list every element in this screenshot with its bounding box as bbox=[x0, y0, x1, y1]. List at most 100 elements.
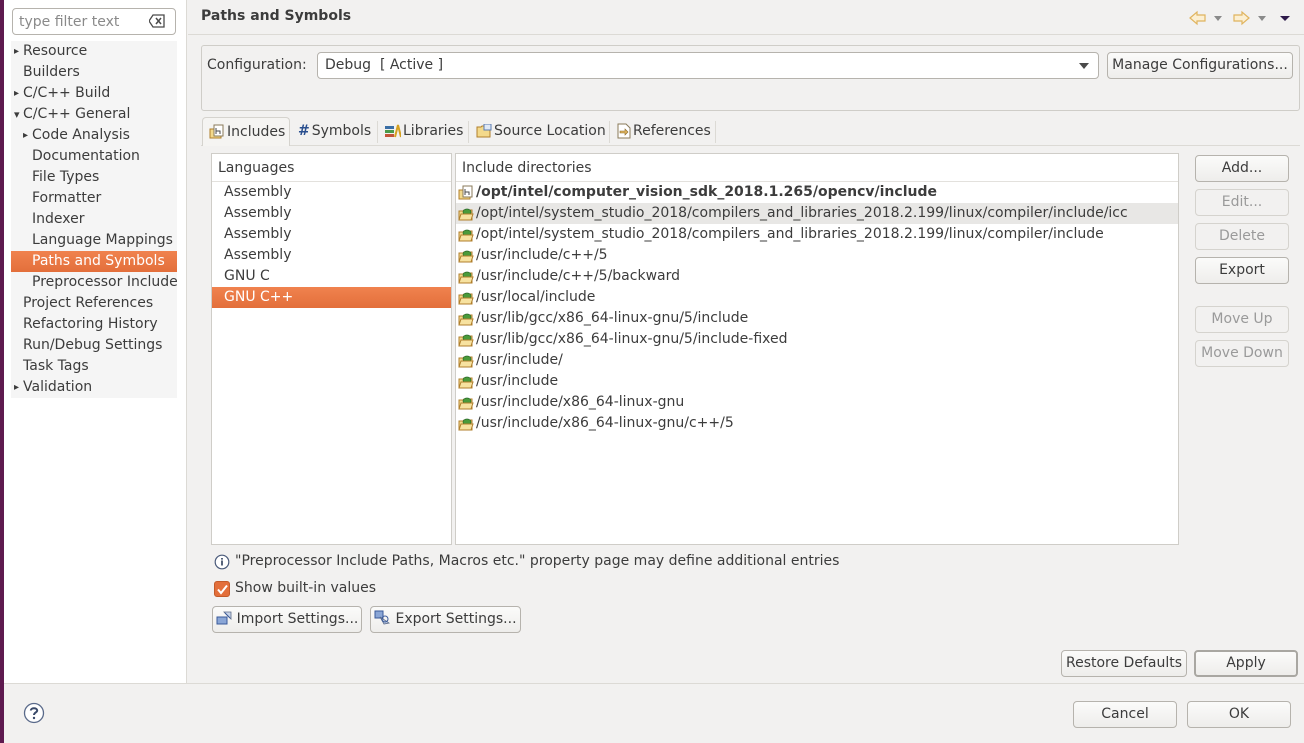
sidebar-item[interactable]: Paths and Symbols bbox=[11, 251, 177, 272]
tab-libraries[interactable]: Libraries bbox=[385, 117, 463, 146]
ok-button[interactable]: OK bbox=[1187, 701, 1291, 728]
tab-label: Symbols bbox=[311, 123, 372, 139]
include-directory-row[interactable]: /usr/include/x86_64-linux-gnu bbox=[456, 392, 1178, 413]
preferences-tree: ▸ Resource Builders ▸ C/C++ Build ▾ C/C++ Gene… bbox=[11, 41, 178, 398]
include-directories-column-header[interactable]: Include directories bbox=[456, 154, 1178, 182]
footer-separator bbox=[4, 683, 1304, 684]
show-builtin-values-checkbox[interactable] bbox=[214, 581, 230, 597]
builtin-include-folder-icon bbox=[458, 250, 474, 263]
import-settings-button[interactable]: Import Settings... bbox=[212, 606, 362, 633]
builtin-include-folder-icon bbox=[458, 208, 474, 221]
language-row[interactable]: Assembly bbox=[212, 245, 451, 266]
clear-filter-icon[interactable] bbox=[149, 14, 165, 28]
sidebar-item-label: Language Mappings bbox=[32, 232, 173, 248]
tab-references[interactable]: References bbox=[617, 117, 711, 146]
forward-dropdown-icon[interactable] bbox=[1256, 10, 1268, 26]
delete-button[interactable]: Delete bbox=[1195, 223, 1289, 250]
edit-button[interactable]: Edit... bbox=[1195, 189, 1289, 216]
export-settings-label: Export Settings... bbox=[395, 611, 517, 627]
include-directory-row[interactable]: /usr/include/c++/5/backward bbox=[456, 266, 1178, 287]
builtin-include-folder-icon bbox=[458, 355, 474, 368]
include-directory-row[interactable]: /opt/intel/computer_vision_sdk_2018.1.26… bbox=[456, 182, 1178, 203]
sidebar-item[interactable]: File Types bbox=[11, 167, 177, 188]
sidebar-item[interactable]: Documentation bbox=[11, 146, 177, 167]
include-directory-path: /usr/include/x86_64-linux-gnu/c++/5 bbox=[476, 415, 734, 431]
back-arrow-icon[interactable] bbox=[1189, 10, 1207, 26]
info-message: "Preprocessor Include Paths, Macros etc.… bbox=[235, 553, 840, 569]
language-row[interactable]: GNU C++ bbox=[212, 287, 451, 308]
include-directory-path: /usr/local/include bbox=[476, 289, 596, 305]
collapsed-arrow-icon[interactable]: ▸ bbox=[14, 377, 22, 398]
export-settings-button[interactable]: Export Settings... bbox=[370, 606, 521, 633]
sidebar-item[interactable]: Formatter bbox=[11, 188, 177, 209]
apply-button[interactable]: Apply bbox=[1194, 650, 1298, 677]
include-directory-row[interactable]: /opt/intel/system_studio_2018/compilers_… bbox=[456, 224, 1178, 245]
include-directory-row[interactable]: /opt/intel/system_studio_2018/compilers_… bbox=[456, 203, 1178, 224]
back-dropdown-icon[interactable] bbox=[1212, 10, 1224, 26]
tab-source-location[interactable]: Source Location bbox=[476, 117, 606, 146]
sidebar-item[interactable]: Language Mappings bbox=[11, 230, 177, 251]
tab-includes[interactable]: Includes bbox=[202, 117, 290, 146]
tab-separator bbox=[715, 121, 716, 143]
sidebar-item-label: Validation bbox=[23, 379, 93, 395]
sidebar-item[interactable]: ▾ C/C++ General bbox=[11, 104, 177, 125]
language-row[interactable]: Assembly bbox=[212, 224, 451, 245]
languages-table[interactable]: Languages Assembly Assembly Assembly Assemb… bbox=[211, 153, 452, 545]
move-down-button[interactable]: Move Down bbox=[1195, 340, 1289, 367]
sidebar-item[interactable]: Preprocessor Include bbox=[11, 272, 178, 293]
sidebar-item[interactable]: ▸ Resource bbox=[11, 41, 177, 62]
info-icon bbox=[214, 554, 230, 570]
move-up-button[interactable]: Move Up bbox=[1195, 306, 1289, 333]
show-builtin-values-label[interactable]: Show built-in values bbox=[235, 580, 376, 596]
collapsed-arrow-icon[interactable]: ▸ bbox=[23, 125, 31, 146]
restore-defaults-button[interactable]: Restore Defaults bbox=[1061, 650, 1187, 677]
sidebar-item-label: C/C++ Build bbox=[23, 85, 111, 101]
language-row[interactable]: Assembly bbox=[212, 182, 451, 203]
expanded-arrow-icon[interactable]: ▾ bbox=[14, 104, 22, 125]
tab-separator bbox=[377, 121, 378, 143]
include-directory-row[interactable]: /usr/include/ bbox=[456, 350, 1178, 371]
sidebar-item[interactable]: Refactoring History bbox=[11, 314, 177, 335]
sidebar-item[interactable]: Task Tags bbox=[11, 356, 177, 377]
include-directory-row[interactable]: /usr/include bbox=[456, 371, 1178, 392]
include-directory-row[interactable]: /usr/include/c++/5 bbox=[456, 245, 1178, 266]
sidebar-item[interactable]: Project References bbox=[11, 293, 177, 314]
sidebar-item[interactable]: ▸ C/C++ Build bbox=[11, 83, 177, 104]
include-directory-row[interactable]: /usr/local/include bbox=[456, 287, 1178, 308]
sidebar-item-label: Run/Debug Settings bbox=[23, 337, 163, 353]
languages-column-header[interactable]: Languages bbox=[212, 154, 451, 182]
add-button[interactable]: Add... bbox=[1195, 155, 1289, 182]
sidebar-item[interactable]: ▸ Code Analysis bbox=[11, 125, 177, 146]
include-directory-row[interactable]: /usr/lib/gcc/x86_64-linux-gnu/5/include-… bbox=[456, 329, 1178, 350]
filter-field[interactable] bbox=[12, 8, 176, 35]
tab-separator bbox=[609, 121, 610, 143]
builtin-include-folder-icon bbox=[458, 292, 474, 305]
help-icon[interactable] bbox=[23, 702, 45, 724]
include-directory-row[interactable]: /usr/include/x86_64-linux-gnu/c++/5 bbox=[456, 413, 1178, 434]
export-button[interactable]: Export bbox=[1195, 257, 1289, 284]
language-row[interactable]: Assembly bbox=[212, 203, 451, 224]
collapsed-arrow-icon[interactable]: ▸ bbox=[14, 41, 22, 62]
filter-input[interactable] bbox=[13, 9, 143, 34]
language-row[interactable]: GNU C bbox=[212, 266, 451, 287]
forward-arrow-icon[interactable] bbox=[1232, 10, 1250, 26]
includes-icon bbox=[209, 124, 224, 139]
sidebar-item-label: Resource bbox=[23, 43, 88, 59]
include-directory-path: /opt/intel/computer_vision_sdk_2018.1.26… bbox=[476, 184, 937, 200]
include-directory-row[interactable]: /usr/lib/gcc/x86_64-linux-gnu/5/include bbox=[456, 308, 1178, 329]
sidebar-item[interactable]: Indexer bbox=[11, 209, 177, 230]
sidebar-item-label: Paths and Symbols bbox=[32, 253, 165, 269]
sidebar-item[interactable]: Builders bbox=[11, 62, 177, 83]
sidebar-item-label: Task Tags bbox=[23, 358, 89, 374]
builtin-include-folder-icon bbox=[458, 334, 474, 347]
tab-symbols[interactable]: # Symbols bbox=[298, 117, 371, 146]
collapsed-arrow-icon[interactable]: ▸ bbox=[14, 83, 22, 104]
sidebar-item[interactable]: Run/Debug Settings bbox=[11, 335, 177, 356]
sidebar-item-label: Documentation bbox=[32, 148, 140, 164]
include-directories-table[interactable]: Include directories /opt/intel/computer_… bbox=[455, 153, 1179, 545]
cancel-button[interactable]: Cancel bbox=[1073, 701, 1177, 728]
sidebar-item[interactable]: ▸ Validation bbox=[11, 377, 177, 398]
configuration-dropdown[interactable]: Debug [ Active ] bbox=[317, 52, 1099, 79]
view-menu-icon[interactable] bbox=[1279, 10, 1291, 26]
manage-configurations-button[interactable]: Manage Configurations... bbox=[1107, 52, 1293, 79]
